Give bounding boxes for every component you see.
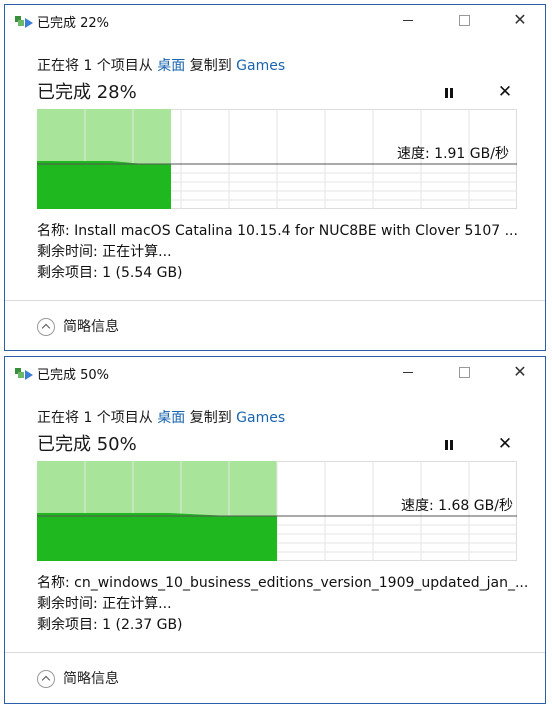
items-remaining: 剩余项目: 1 (5.54 GB) (37, 265, 183, 281)
copy-description: 正在将 1 个项目从 桌面 复制到 Games (37, 407, 285, 427)
minimize-icon (403, 371, 413, 373)
minimize-button[interactable] (393, 9, 423, 31)
window-title: 已完成 50% (37, 368, 110, 383)
fewer-details-button[interactable]: 简略信息 (37, 668, 119, 688)
time-remaining: 剩余时间: 正在计算... (37, 596, 172, 612)
details: 名称: Install macOS Catalina 10.15.4 for N… (37, 221, 518, 284)
file-name: 名称: Install macOS Catalina 10.15.4 for N… (37, 223, 518, 239)
window-title: 已完成 22% (37, 16, 110, 31)
cancel-button[interactable]: ✕ (493, 81, 517, 103)
copy-middle: 复制到 (185, 58, 237, 74)
copy-middle: 复制到 (185, 410, 237, 426)
chevron-up-icon (37, 318, 55, 336)
speed-label: 速度: 1.68 GB/秒 (401, 498, 513, 514)
minimize-icon (403, 19, 413, 21)
copy-description: 正在将 1 个项目从 桌面 复制到 Games (37, 55, 285, 75)
close-button[interactable]: ✕ (505, 361, 535, 383)
pause-icon (445, 439, 453, 450)
close-icon: ✕ (513, 10, 527, 29)
file-copy-icon (15, 366, 35, 380)
cancel-button[interactable]: ✕ (493, 433, 517, 455)
copy-dialog-2: 已完成 50% ✕ 正在将 1 个项目从 桌面 复制到 Games 已完成 50… (4, 356, 546, 704)
copy-dialog-1: 已完成 22% ✕ 正在将 1 个项目从 桌面 复制到 Games 已完成 28… (4, 4, 546, 351)
source-link[interactable]: 桌面 (157, 410, 185, 426)
close-icon: ✕ (513, 362, 527, 381)
destination-link[interactable]: Games (236, 58, 285, 74)
fewer-details-label: 简略信息 (63, 671, 119, 687)
destination-link[interactable]: Games (236, 410, 285, 426)
percent-complete: 已完成 50% (37, 434, 137, 455)
copy-prefix: 正在将 1 个项目从 (37, 58, 158, 74)
pause-button[interactable] (437, 81, 461, 103)
copy-prefix: 正在将 1 个项目从 (37, 410, 158, 426)
close-button[interactable]: ✕ (505, 9, 535, 31)
maximize-icon (458, 14, 470, 26)
minimize-button[interactable] (393, 361, 423, 383)
speed-area (37, 161, 171, 209)
title-bar: 已完成 22% ✕ (5, 5, 545, 35)
speed-area (37, 513, 277, 561)
time-remaining: 剩余时间: 正在计算... (37, 244, 172, 260)
maximize-icon (458, 366, 470, 378)
file-copy-icon (15, 14, 35, 28)
title-bar: 已完成 50% ✕ (5, 357, 545, 387)
divider (5, 300, 545, 301)
fewer-details-label: 简略信息 (63, 319, 119, 335)
speed-label: 速度: 1.91 GB/秒 (397, 146, 509, 162)
source-link[interactable]: 桌面 (157, 58, 185, 74)
chevron-up-icon (37, 670, 55, 688)
divider (5, 652, 545, 653)
file-name: 名称: cn_windows_10_business_editions_vers… (37, 575, 529, 591)
pause-button[interactable] (437, 433, 461, 455)
percent-complete: 已完成 28% (37, 82, 137, 103)
cancel-icon: ✕ (497, 82, 513, 102)
fewer-details-button[interactable]: 简略信息 (37, 316, 119, 336)
cancel-icon: ✕ (497, 434, 513, 454)
maximize-button[interactable] (449, 361, 479, 383)
items-remaining: 剩余项目: 1 (2.37 GB) (37, 617, 183, 633)
maximize-button[interactable] (449, 9, 479, 31)
details: 名称: cn_windows_10_business_editions_vers… (37, 573, 528, 636)
pause-icon (445, 87, 453, 98)
